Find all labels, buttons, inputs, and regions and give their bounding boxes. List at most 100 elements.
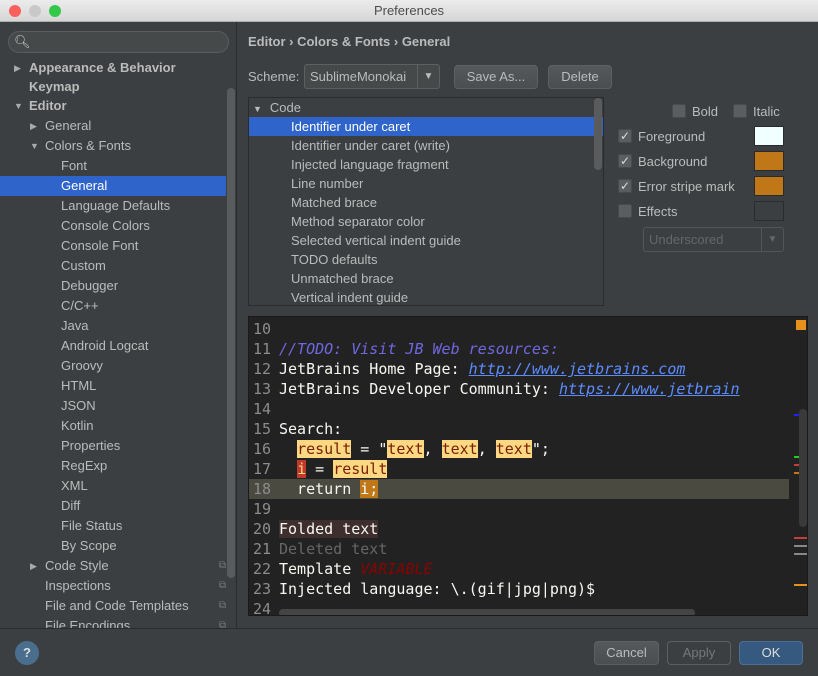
color-swatch[interactable]: [754, 151, 784, 171]
sidebar-item[interactable]: Keymap: [0, 77, 226, 97]
tree-scrollbar[interactable]: [594, 98, 602, 170]
scheme-value: SublimeMonokai: [310, 69, 407, 84]
color-swatch[interactable]: [754, 176, 784, 196]
sidebar-item-label: Colors & Fonts: [45, 138, 131, 153]
code-token: i;: [360, 480, 379, 498]
attribute-checkbox[interactable]: ✓: [618, 129, 632, 143]
sidebar-item[interactable]: Kotlin: [0, 416, 226, 436]
chevron-right-icon[interactable]: ▶: [14, 58, 21, 78]
sidebar-item[interactable]: C/C++: [0, 296, 226, 316]
sidebar-item[interactable]: ▶ Appearance & Behavior: [0, 58, 226, 78]
chevron-down-icon[interactable]: ▼: [14, 96, 23, 116]
sidebar-item[interactable]: File and Code Templates ⧉: [0, 596, 226, 616]
sidebar-item-label: Code Style: [45, 558, 109, 573]
ok-button[interactable]: OK: [739, 641, 803, 665]
tree-group-code[interactable]: ▼ Code: [249, 98, 603, 117]
sidebar-item[interactable]: ▶ Code Style ⧉: [0, 556, 226, 576]
dialog-footer: ? Cancel Apply OK: [0, 628, 818, 676]
sidebar-item[interactable]: Debugger: [0, 276, 226, 296]
sidebar-item[interactable]: RegExp: [0, 456, 226, 476]
color-swatch[interactable]: [754, 126, 784, 146]
sidebar-item[interactable]: ▶ General: [0, 116, 226, 136]
sidebar-item[interactable]: HTML: [0, 376, 226, 396]
sidebar-item-label: File Status: [61, 518, 123, 533]
sidebar-item[interactable]: Inspections ⧉: [0, 576, 226, 596]
zoom-window-button[interactable]: [49, 5, 61, 17]
line-number: 20: [253, 520, 272, 538]
title-bar: Preferences: [0, 0, 818, 22]
effect-type-select[interactable]: Underscored ▼: [643, 227, 784, 252]
sidebar-item[interactable]: Properties: [0, 436, 226, 456]
help-button[interactable]: ?: [15, 641, 39, 665]
folded-text: Folded text: [279, 520, 379, 538]
sidebar-item-label: Console Colors: [61, 218, 150, 233]
sidebar-item[interactable]: ▼ Editor: [0, 96, 226, 116]
color-swatch[interactable]: [754, 201, 784, 221]
hyperlink[interactable]: https://www.jetbrain: [559, 380, 740, 398]
line-number: 18: [253, 480, 272, 498]
sidebar-item[interactable]: Console Font: [0, 236, 226, 256]
code-text: JetBrains Developer Community:: [279, 380, 559, 398]
delete-button[interactable]: Delete: [548, 65, 612, 89]
sidebar-item[interactable]: File Encodings ⧉: [0, 616, 226, 628]
close-window-button[interactable]: [9, 5, 21, 17]
sidebar: 🔍︎ ▶ Appearance & Behavior Keymap ▼ Editor ▶ G…: [0, 22, 237, 628]
sidebar-item-label: Debugger: [61, 278, 119, 293]
sidebar-item[interactable]: XML: [0, 476, 226, 496]
preview-editor[interactable]: 10 11 //TODO: Visit JB Web resources: 12 Jet…: [248, 316, 808, 616]
tree-item[interactable]: Identifier under caret (write): [249, 136, 603, 155]
tree-item[interactable]: Vertical indent guide: [249, 288, 603, 305]
sidebar-item[interactable]: Font: [0, 156, 226, 176]
tree-item[interactable]: Method separator color: [249, 212, 603, 231]
tree-item[interactable]: Identifier under caret: [249, 117, 603, 136]
tree-item[interactable]: TODO defaults: [249, 250, 603, 269]
sidebar-item[interactable]: Custom: [0, 256, 226, 276]
sidebar-item[interactable]: Android Logcat: [0, 336, 226, 356]
sidebar-item[interactable]: Java: [0, 316, 226, 336]
sidebar-item-label: Properties: [61, 438, 121, 453]
tree-item[interactable]: Line number: [249, 174, 603, 193]
apply-button[interactable]: Apply: [667, 641, 731, 665]
code-token: =: [306, 460, 334, 478]
hyperlink[interactable]: http://www.jetbrains.com: [469, 360, 686, 378]
save-as-button[interactable]: Save As...: [454, 65, 538, 89]
code-line: 10: [249, 319, 789, 339]
sidebar-item-label: Java: [61, 318, 89, 333]
attribute-checkbox[interactable]: ✓: [618, 179, 632, 193]
editor-vertical-scrollbar[interactable]: [799, 409, 807, 527]
sidebar-item[interactable]: JSON: [0, 396, 226, 416]
tree-item[interactable]: Injected language fragment: [249, 155, 603, 174]
sidebar-item[interactable]: Language Defaults: [0, 196, 226, 216]
attribute-checkbox[interactable]: [618, 204, 632, 218]
tree-item[interactable]: Unmatched brace: [249, 269, 603, 288]
scheme-select[interactable]: SublimeMonokai ▼: [304, 64, 440, 89]
tree-item[interactable]: Selected vertical indent guide: [249, 231, 603, 250]
search-input[interactable]: 🔍︎: [8, 31, 229, 53]
chevron-down-icon[interactable]: ▼: [30, 136, 39, 156]
attribute-checkbox[interactable]: ✓: [618, 154, 632, 168]
line-number: 23: [253, 580, 272, 598]
italic-checkbox[interactable]: [733, 104, 747, 118]
minimize-window-button[interactable]: [29, 5, 41, 17]
chevron-right-icon[interactable]: ▶: [30, 116, 37, 136]
sidebar-item[interactable]: File Status: [0, 516, 226, 536]
sidebar-item[interactable]: Groovy: [0, 356, 226, 376]
sidebar-item[interactable]: General: [0, 176, 226, 196]
sidebar-item[interactable]: By Scope: [0, 536, 226, 556]
code-token: text: [387, 440, 424, 458]
sidebar-item-label: Appearance & Behavior: [29, 60, 176, 75]
tree-item[interactable]: Matched brace: [249, 193, 603, 212]
sidebar-item-label: By Scope: [61, 538, 117, 553]
sidebar-item[interactable]: ▼ Colors & Fonts: [0, 136, 226, 156]
editor-horizontal-scrollbar[interactable]: [279, 609, 695, 615]
sidebar-item[interactable]: Diff: [0, 496, 226, 516]
sidebar-item[interactable]: Console Colors: [0, 216, 226, 236]
bold-checkbox[interactable]: [672, 104, 686, 118]
sidebar-item-label: JSON: [61, 398, 96, 413]
sidebar-scrollbar[interactable]: [227, 88, 235, 578]
cancel-button[interactable]: Cancel: [594, 641, 659, 665]
chevron-right-icon[interactable]: ▶: [30, 556, 37, 576]
bold-label: Bold: [692, 104, 719, 119]
